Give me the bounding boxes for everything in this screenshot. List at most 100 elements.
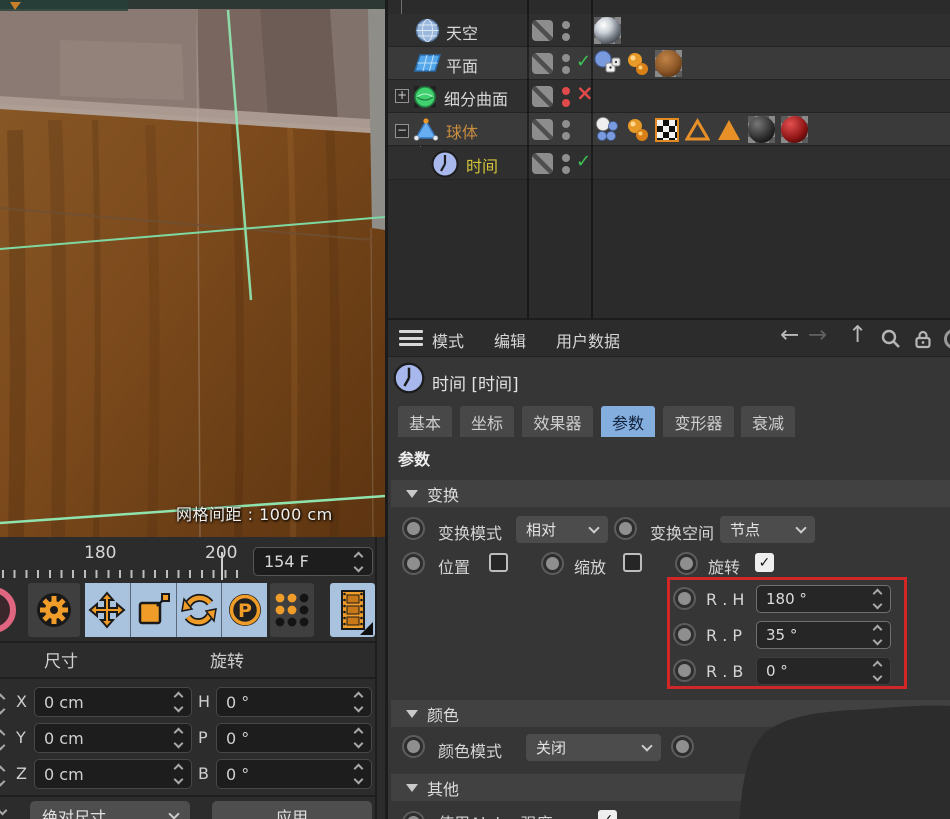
- spinner-icon[interactable]: [355, 765, 362, 783]
- sphere-object-icon[interactable]: [413, 117, 439, 143]
- object-name[interactable]: 时间: [466, 153, 498, 177]
- uvw-tag-icon[interactable]: [655, 118, 679, 142]
- autokey-gear-button[interactable]: [28, 583, 80, 637]
- param-knob[interactable]: [675, 552, 698, 575]
- layer-chip[interactable]: [532, 86, 553, 107]
- key-position-button[interactable]: [85, 583, 131, 637]
- rotation-p-field[interactable]: 0 °: [216, 723, 372, 753]
- spinner-icon[interactable]: [355, 729, 362, 747]
- forward-arrow-icon[interactable]: →: [808, 322, 827, 348]
- spinner-icon[interactable]: [175, 693, 182, 711]
- clock-icon[interactable]: [431, 150, 459, 178]
- param-knob[interactable]: [402, 735, 425, 758]
- menu-user-data[interactable]: 用户数据: [556, 328, 620, 352]
- object-row-time[interactable]: 时间 ✓: [388, 147, 950, 180]
- record-button[interactable]: [0, 587, 16, 633]
- enabled-check-icon[interactable]: ✓: [576, 51, 591, 72]
- layer-chip[interactable]: [532, 20, 553, 41]
- spinner-icon[interactable]: [0, 807, 6, 814]
- spinner-icon[interactable]: [0, 767, 4, 785]
- group-transform[interactable]: 变换: [391, 480, 950, 507]
- size-y-field[interactable]: 0 cm: [34, 723, 192, 753]
- phong-tag-icon[interactable]: [627, 118, 649, 142]
- cluster-tag-icon[interactable]: [594, 116, 621, 143]
- param-knob[interactable]: [402, 552, 425, 575]
- position-checkbox[interactable]: [489, 553, 508, 572]
- param-knob[interactable]: [402, 517, 425, 540]
- phong-tag-icon[interactable]: [627, 52, 649, 76]
- triangle-outline-tag-icon[interactable]: [685, 118, 710, 142]
- keying-dots-button[interactable]: [270, 583, 314, 637]
- visibility-dots[interactable]: [562, 54, 570, 74]
- viewport-3d[interactable]: 网格间距 : 1000 cm: [0, 0, 385, 537]
- timeline-ruler[interactable]: [2, 570, 244, 578]
- key-parameter-button[interactable]: P: [222, 583, 267, 637]
- scale-checkbox[interactable]: [623, 553, 642, 572]
- key-rotation-button[interactable]: [177, 583, 223, 637]
- visibility-dots[interactable]: [562, 21, 570, 41]
- object-name[interactable]: 细分曲面: [444, 86, 508, 110]
- tab-deformer[interactable]: 变形器: [663, 406, 734, 437]
- menu-edit[interactable]: 编辑: [494, 328, 526, 352]
- expand-plus-icon[interactable]: +: [395, 89, 409, 103]
- use-alpha-checkbox[interactable]: ✓: [598, 810, 617, 819]
- material-tag-red[interactable]: [781, 116, 808, 143]
- current-frame-field[interactable]: 154 F: [253, 547, 373, 576]
- tab-param[interactable]: 参数: [601, 406, 655, 437]
- key-scale-button[interactable]: [131, 583, 177, 637]
- tab-basic[interactable]: 基本: [398, 406, 452, 437]
- up-arrow-icon[interactable]: ↑: [848, 322, 867, 348]
- object-row-plane[interactable]: 平面 ✓: [388, 47, 950, 80]
- object-name[interactable]: 球体: [446, 119, 478, 143]
- object-name[interactable]: 平面: [446, 53, 478, 77]
- timeline-film-button[interactable]: [330, 583, 375, 637]
- sds-object-icon[interactable]: [412, 84, 438, 110]
- spinner-icon[interactable]: [355, 553, 362, 571]
- param-knob[interactable]: [402, 811, 425, 819]
- object-row-sphere[interactable]: − 球体: [388, 113, 950, 146]
- material-tag-chrome[interactable]: [594, 17, 621, 44]
- transform-space-dropdown[interactable]: 节点: [720, 516, 815, 543]
- compositing-tag-icon[interactable]: [594, 50, 621, 77]
- layer-chip[interactable]: [532, 119, 553, 140]
- tab-coord[interactable]: 坐标: [460, 406, 514, 437]
- menu-mode[interactable]: 模式: [432, 328, 464, 352]
- tab-effector[interactable]: 效果器: [522, 406, 593, 437]
- history-icon[interactable]: [944, 329, 950, 349]
- search-icon[interactable]: [880, 328, 902, 350]
- object-row-sds[interactable]: + 细分曲面 ×: [388, 80, 950, 113]
- apply-button[interactable]: 应用: [212, 801, 372, 819]
- size-x-field[interactable]: 0 cm: [34, 687, 192, 717]
- plane-object-icon[interactable]: [414, 53, 441, 74]
- param-knob[interactable]: [614, 517, 637, 540]
- transform-mode-dropdown[interactable]: 相对: [516, 516, 608, 543]
- material-tag-wood[interactable]: [655, 50, 682, 77]
- object-row-sky[interactable]: 天空: [388, 14, 950, 47]
- spinner-icon[interactable]: [175, 765, 182, 783]
- layer-chip[interactable]: [532, 53, 553, 74]
- param-knob[interactable]: [541, 552, 564, 575]
- spinner-icon[interactable]: [0, 695, 4, 713]
- rotation-h-field[interactable]: 0 °: [216, 687, 372, 717]
- visibility-dots[interactable]: [562, 154, 570, 174]
- collapse-minus-icon[interactable]: −: [395, 124, 409, 138]
- layer-chip[interactable]: [532, 153, 553, 174]
- spinner-icon[interactable]: [175, 729, 182, 747]
- back-arrow-icon[interactable]: ←: [780, 322, 799, 348]
- object-name[interactable]: 天空: [446, 20, 478, 44]
- rotation-checkbox[interactable]: ✓: [755, 553, 774, 572]
- tab-falloff[interactable]: 衰减: [741, 406, 795, 437]
- material-tag-black[interactable]: [748, 116, 775, 143]
- lock-icon[interactable]: [912, 328, 934, 350]
- size-mode-dropdown[interactable]: 绝对尺寸: [30, 801, 190, 819]
- visibility-dots[interactable]: [562, 87, 570, 107]
- enabled-check-icon[interactable]: ✓: [576, 151, 591, 172]
- spinner-icon[interactable]: [355, 693, 362, 711]
- rotation-b-field[interactable]: 0 °: [216, 759, 372, 789]
- sky-object-icon[interactable]: [415, 18, 440, 43]
- color-mode-dropdown[interactable]: 关闭: [526, 734, 661, 761]
- size-z-field[interactable]: 0 cm: [34, 759, 192, 789]
- hamburger-menu-icon[interactable]: [399, 330, 423, 346]
- spinner-icon[interactable]: [0, 731, 4, 749]
- triangle-solid-tag-icon[interactable]: [716, 118, 742, 142]
